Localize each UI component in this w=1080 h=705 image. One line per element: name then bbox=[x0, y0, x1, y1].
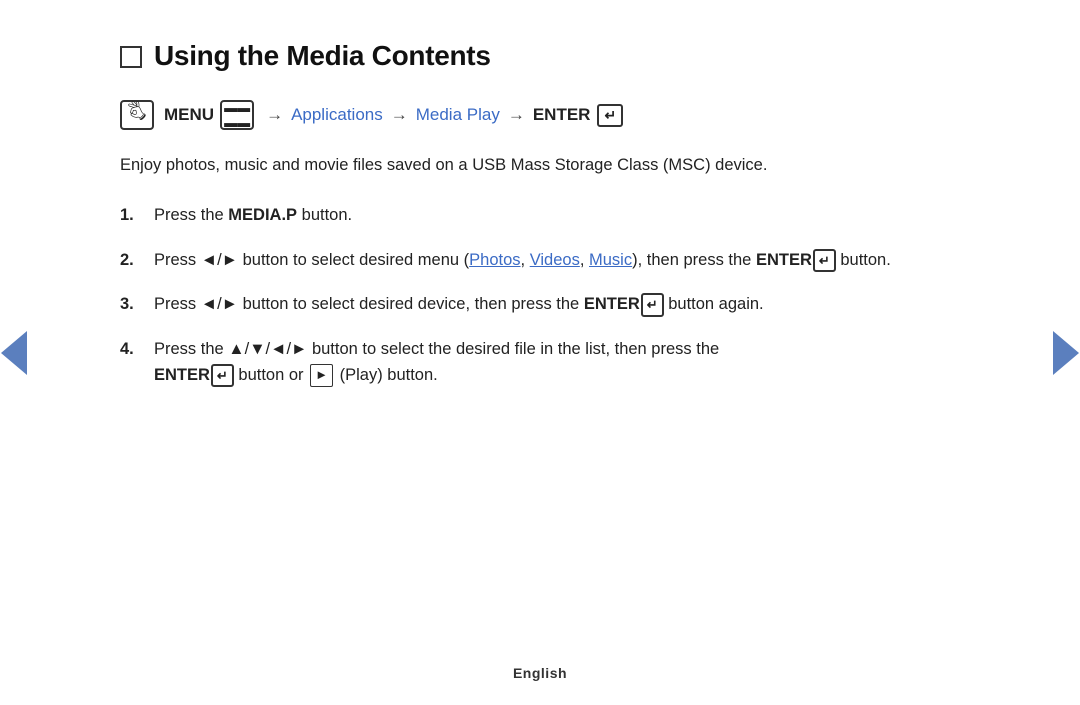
checkbox-icon bbox=[120, 46, 142, 68]
step-2-number: 2. bbox=[120, 247, 142, 273]
step-4-enter-bold: ENTER bbox=[154, 366, 210, 384]
media-play-link[interactable]: Media Play bbox=[416, 105, 500, 125]
step-4: 4. Press the ▲/▼/◄/► button to select th… bbox=[120, 336, 960, 389]
page-title: Using the Media Contents bbox=[154, 40, 491, 72]
applications-link[interactable]: Applications bbox=[291, 105, 383, 125]
footer-language: English bbox=[0, 665, 1080, 681]
menu-path: 🖏 MENU ▬▬▬▬ → Applications → Media Play … bbox=[120, 100, 960, 130]
step-1: 1. Press the MEDIA.P button. bbox=[120, 202, 960, 228]
photos-link[interactable]: Photos bbox=[469, 251, 520, 269]
steps-list: 1. Press the MEDIA.P button. 2. Press ◄/… bbox=[120, 202, 960, 388]
step-2: 2. Press ◄/► button to select desired me… bbox=[120, 247, 960, 273]
menu-label: MENU bbox=[164, 105, 214, 125]
step-3-content: Press ◄/► button to select desired devic… bbox=[154, 291, 960, 317]
music-link[interactable]: Music bbox=[589, 251, 632, 269]
menu-arrow-1: → bbox=[266, 105, 283, 125]
enter-label: ENTER bbox=[533, 105, 591, 125]
description-text: Enjoy photos, music and movie files save… bbox=[120, 152, 960, 178]
step-4-content: Press the ▲/▼/◄/► button to select the d… bbox=[154, 336, 960, 389]
step-3-enter-box: ↵ bbox=[641, 293, 664, 317]
step-2-enter-box: ↵ bbox=[813, 249, 836, 273]
videos-link[interactable]: Videos bbox=[530, 251, 580, 269]
menu-arrow-2: → bbox=[391, 105, 408, 125]
menu-hand-icon: 🖏 bbox=[120, 100, 154, 130]
step-4-enter-box: ↵ bbox=[211, 364, 234, 388]
step-1-number: 1. bbox=[120, 202, 142, 228]
menu-arrow-3: → bbox=[508, 105, 525, 125]
step-4-number: 4. bbox=[120, 336, 142, 362]
step-1-content: Press the MEDIA.P button. bbox=[154, 202, 960, 228]
step-3-enter-bold: ENTER bbox=[584, 295, 640, 313]
step-3: 3. Press ◄/► button to select desired de… bbox=[120, 291, 960, 317]
enter-box: ↵ bbox=[597, 104, 623, 127]
play-box: ► bbox=[310, 364, 333, 387]
step-2-content: Press ◄/► button to select desired menu … bbox=[154, 247, 960, 273]
step-1-bold: MEDIA.P bbox=[228, 206, 297, 224]
menu-grid-icon: ▬▬▬▬ bbox=[220, 100, 254, 130]
step-2-enter-bold: ENTER bbox=[756, 251, 812, 269]
step-3-number: 3. bbox=[120, 291, 142, 317]
page-title-row: Using the Media Contents bbox=[120, 40, 960, 72]
